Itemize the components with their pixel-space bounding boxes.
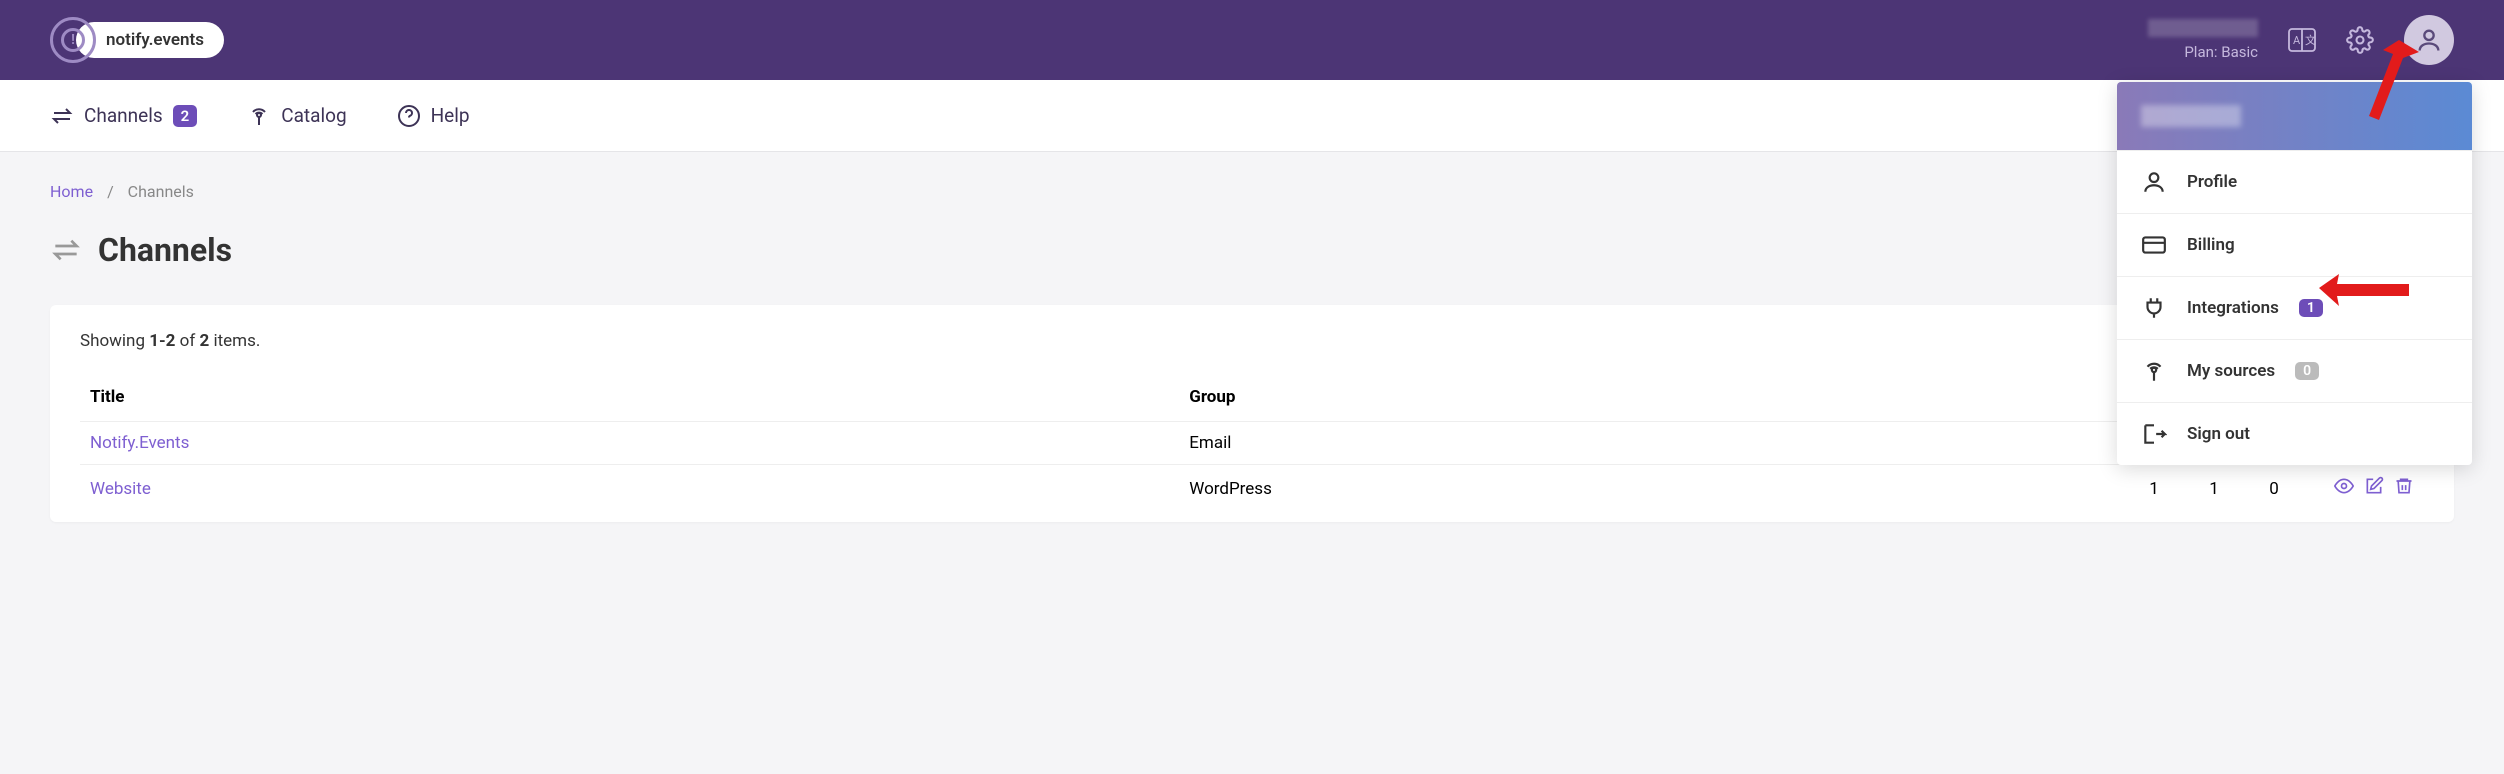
plan-label: Plan: Basic	[2148, 43, 2258, 61]
nav-channels-badge: 2	[173, 105, 198, 127]
row-title-link[interactable]: Website	[90, 479, 151, 499]
row-count: 1	[2124, 465, 2184, 513]
table-row: Website WordPress 1 1 0	[80, 465, 2424, 513]
dropdown-integrations[interactable]: Integrations 1	[2117, 276, 2472, 339]
swap-icon	[50, 234, 82, 266]
dropdown-billing[interactable]: Billing	[2117, 213, 2472, 276]
row-count: 1	[2184, 465, 2244, 513]
annotation-arrow	[2319, 274, 2409, 314]
user-icon	[2141, 169, 2167, 195]
plan-info: Plan: Basic	[2148, 19, 2258, 61]
svg-text:文: 文	[2305, 33, 2316, 47]
broadcast-icon	[247, 104, 271, 128]
sign-out-icon	[2141, 421, 2167, 447]
row-group: Email	[1179, 422, 2124, 465]
logo[interactable]: ! notify.events	[50, 17, 224, 63]
edit-icon[interactable]	[2364, 476, 2384, 501]
row-group: WordPress	[1179, 465, 2124, 513]
logo-icon: !	[50, 17, 96, 63]
language-icon[interactable]: A 文	[2288, 28, 2316, 52]
trash-icon[interactable]	[2394, 476, 2414, 501]
eye-icon[interactable]	[2334, 476, 2354, 501]
dropdown-my-sources[interactable]: My sources 0	[2117, 339, 2472, 402]
col-group: Group	[1179, 373, 2124, 422]
breadcrumb: Home / Channels	[50, 182, 2454, 201]
nav-catalog-label: Catalog	[281, 104, 346, 127]
nav-catalog[interactable]: Catalog	[247, 104, 346, 128]
row-title-link[interactable]: Notify.Events	[90, 433, 189, 453]
breadcrumb-home[interactable]: Home	[50, 182, 93, 201]
breadcrumb-separator: /	[107, 182, 114, 201]
nav-channels[interactable]: Channels 2	[50, 104, 197, 128]
dropdown-sign-out[interactable]: Sign out	[2117, 402, 2472, 465]
help-icon	[397, 104, 421, 128]
breadcrumb-current: Channels	[128, 182, 194, 201]
table-row: Notify.Events Email	[80, 422, 2424, 465]
nav-help-label: Help	[431, 104, 470, 127]
col-title: Title	[80, 373, 1179, 422]
nav-help[interactable]: Help	[397, 104, 470, 128]
broadcast-icon	[2141, 358, 2167, 384]
page-title: Channels	[98, 231, 232, 269]
card-icon	[2141, 232, 2167, 258]
user-dropdown: Profile Billing Integrations 1 My source…	[2117, 82, 2472, 465]
svg-text:A: A	[2293, 34, 2301, 47]
nav-channels-label: Channels	[84, 104, 163, 127]
plug-icon	[2141, 295, 2167, 321]
table-header-row: Title Group	[80, 373, 2424, 422]
my-sources-badge: 0	[2295, 362, 2319, 380]
row-count: 0	[2244, 465, 2304, 513]
logo-text: notify.events	[76, 22, 224, 58]
annotation-arrow	[2349, 40, 2419, 130]
summary-text: Showing 1-2 of 2 items.	[80, 331, 2424, 351]
swap-icon	[50, 104, 74, 128]
dropdown-profile[interactable]: Profile	[2117, 150, 2472, 213]
